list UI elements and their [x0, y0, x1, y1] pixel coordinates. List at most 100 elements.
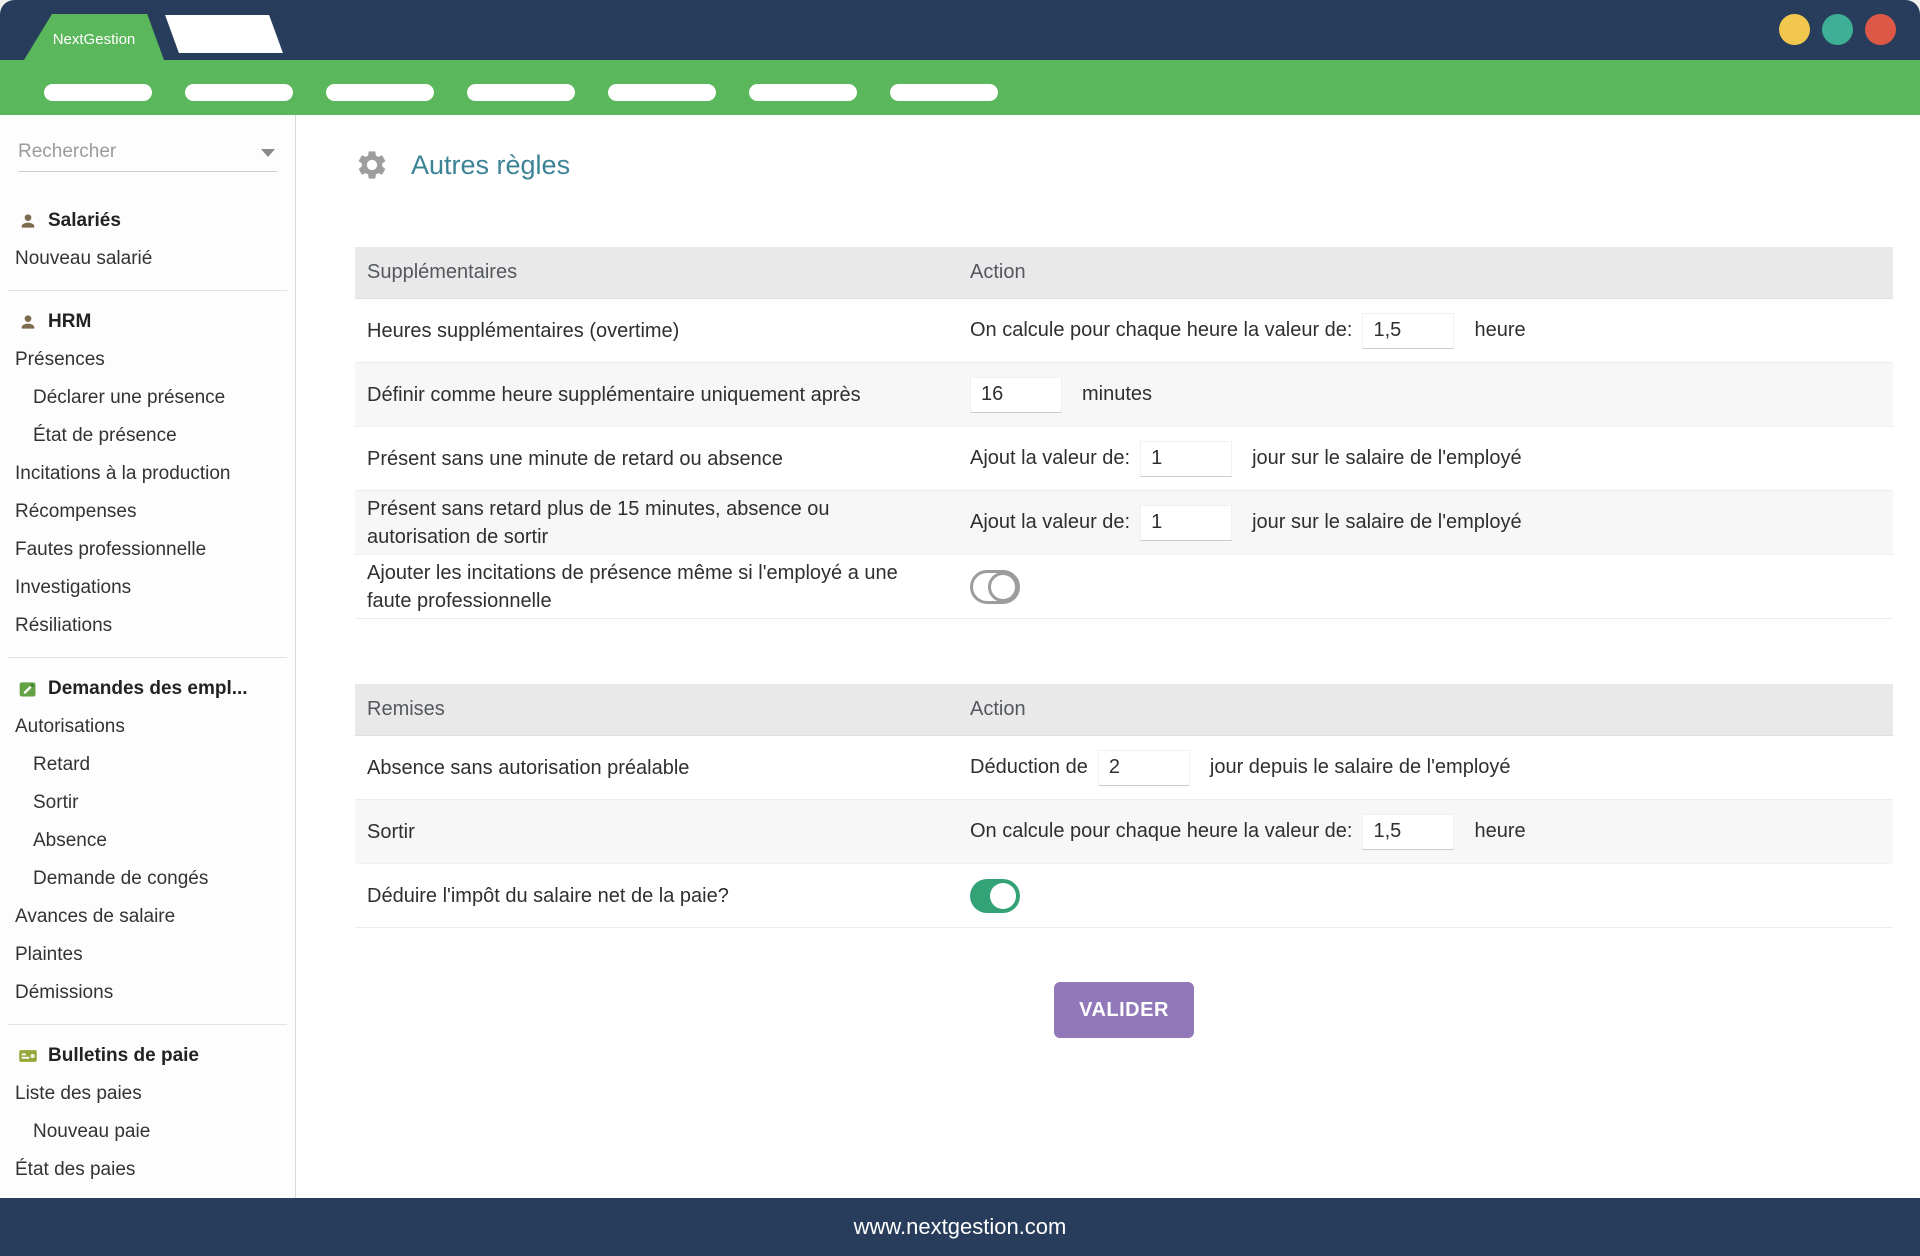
sidebar-item[interactable]: Présences — [0, 341, 295, 379]
sidebar-item[interactable]: Avances de salaire — [0, 898, 295, 936]
nav-pill[interactable] — [326, 84, 434, 101]
sidebar-item[interactable]: Absence — [0, 822, 295, 860]
action-text-before: Ajout la valeur de: — [970, 447, 1130, 470]
window-titlebar: NextGestion — [0, 0, 1920, 60]
main-area: Salariés Nouveau salarié HRM PrésencesDécla… — [0, 115, 1920, 1198]
rules-table: SupplémentairesActionHeures supplémentai… — [355, 247, 1893, 619]
value-input[interactable] — [1140, 441, 1232, 477]
sidebar-section-title[interactable]: Bulletins de paie — [0, 1037, 295, 1075]
brand-tab[interactable]: NextGestion — [24, 14, 164, 60]
table-row: Présent sans une minute de retard ou abs… — [355, 427, 1893, 491]
rule-action — [958, 864, 1893, 927]
nav-pills — [0, 60, 1920, 115]
rule-action: minutes — [958, 363, 1893, 426]
payslip-icon — [18, 1046, 38, 1066]
sidebar-section-title[interactable]: Salariés — [0, 202, 295, 240]
action-text-before: On calcule pour chaque heure la valeur d… — [970, 319, 1352, 342]
table-row: Heures supplémentaires (overtime) On calc… — [355, 299, 1893, 363]
rule-label: Ajouter les incitations de présence même… — [355, 559, 958, 615]
footer-bar: www.nextgestion.com — [0, 1198, 1920, 1256]
table-header-left: Supplémentaires — [355, 247, 958, 298]
value-input[interactable] — [1140, 505, 1232, 541]
table-row: Absence sans autorisation préalableDéduc… — [355, 736, 1893, 800]
nav-pill[interactable] — [185, 84, 293, 101]
action-text-after: heure — [1474, 319, 1525, 342]
sidebar-section-title[interactable]: Demandes des empl... — [0, 670, 295, 708]
sidebar-item[interactable]: Retard — [0, 746, 295, 784]
rule-label: Présent sans une minute de retard ou abs… — [355, 445, 958, 473]
sidebar-item[interactable]: Sortir — [0, 784, 295, 822]
window-dot-teal[interactable] — [1822, 14, 1853, 45]
action-text-before: Déduction de — [970, 756, 1088, 779]
value-input[interactable] — [1098, 750, 1190, 786]
sidebar-item[interactable]: Récompenses — [0, 493, 295, 531]
app-window: NextGestion Salariés Nouveau salarié HRM Pr… — [0, 0, 1920, 1256]
table-row: Déduire l'impôt du salaire net de la pai… — [355, 864, 1893, 928]
action-text-after: jour sur le salaire de l'employé — [1252, 447, 1522, 470]
nav-pill[interactable] — [44, 84, 152, 101]
sidebar-section-label: Demandes des empl... — [48, 678, 248, 700]
table-header-left: Remises — [355, 684, 958, 735]
sidebar-item[interactable]: Liste des paies — [0, 1075, 295, 1113]
sidebar-item[interactable]: Résiliations — [0, 607, 295, 645]
toggle-switch[interactable] — [970, 879, 1020, 913]
window-dot-red[interactable] — [1865, 14, 1896, 45]
divider — [8, 1024, 287, 1025]
value-input[interactable] — [1362, 814, 1454, 850]
sidebar-item[interactable]: Autorisations — [0, 708, 295, 746]
nav-pill[interactable] — [467, 84, 575, 101]
window-dot-yellow[interactable] — [1779, 14, 1810, 45]
search-input[interactable] — [18, 141, 277, 163]
sidebar-item[interactable]: Nouveau paie — [0, 1113, 295, 1151]
toggle-switch[interactable] — [970, 570, 1020, 604]
toggle-knob — [990, 883, 1016, 909]
value-input[interactable] — [1362, 313, 1454, 349]
sidebar-item[interactable]: Incitations à la production — [0, 455, 295, 493]
gear-icon — [355, 148, 389, 182]
rule-label: Définir comme heure supplémentaire uniqu… — [355, 381, 958, 409]
brand-label: NextGestion — [53, 31, 136, 48]
sidebar-section-label: Salariés — [48, 210, 121, 232]
validate-button[interactable]: VALIDER — [1054, 982, 1194, 1038]
rule-label: Sortir — [355, 818, 958, 846]
rule-label: Heures supplémentaires (overtime) — [355, 317, 958, 345]
nav-pill[interactable] — [749, 84, 857, 101]
table-row: Ajouter les incitations de présence même… — [355, 555, 1893, 619]
rule-action: Déduction de jour depuis le salaire de l'… — [958, 736, 1893, 799]
action-text-after: heure — [1474, 820, 1525, 843]
table-header-row: RemisesAction — [355, 684, 1893, 736]
divider — [8, 657, 287, 658]
sidebar-item[interactable]: Plaintes — [0, 936, 295, 974]
sidebar-item[interactable]: Déclarer une présence — [0, 379, 295, 417]
nav-pill[interactable] — [608, 84, 716, 101]
search-box — [18, 132, 277, 172]
nav-pill[interactable] — [890, 84, 998, 101]
sidebar-section-title[interactable]: HRM — [0, 303, 295, 341]
secondary-tab[interactable] — [165, 15, 283, 53]
table-row: Présent sans retard plus de 15 minutes, … — [355, 491, 1893, 555]
sidebar-item[interactable]: Investigations — [0, 569, 295, 607]
button-row: VALIDER — [355, 982, 1893, 1038]
action-text-before: Ajout la valeur de: — [970, 511, 1130, 534]
divider — [8, 290, 287, 291]
person-icon — [18, 211, 38, 231]
rule-label: Présent sans retard plus de 15 minutes, … — [355, 495, 958, 551]
rule-label: Déduire l'impôt du salaire net de la pai… — [355, 882, 958, 910]
action-text-after: jour depuis le salaire de l'employé — [1210, 756, 1511, 779]
sidebar-section-label: HRM — [48, 311, 91, 333]
sidebar-item[interactable]: Fautes professionnelle — [0, 531, 295, 569]
footer-url: www.nextgestion.com — [854, 1214, 1067, 1240]
sidebar-item[interactable]: Démissions — [0, 974, 295, 1012]
page-header: Autres règles — [355, 142, 1893, 188]
sidebar-sections: Salariés Nouveau salarié HRM PrésencesDécla… — [0, 202, 295, 1189]
value-input[interactable] — [970, 377, 1062, 413]
sidebar-item[interactable]: État des paies — [0, 1151, 295, 1189]
table-header-action: Action — [958, 684, 1893, 735]
sidebar-item[interactable]: État de présence — [0, 417, 295, 455]
table-row: SortirOn calcule pour chaque heure la va… — [355, 800, 1893, 864]
sidebar-item[interactable]: Demande de congés — [0, 860, 295, 898]
rule-action — [958, 555, 1893, 618]
action-text-after: jour sur le salaire de l'employé — [1252, 511, 1522, 534]
table-header-action: Action — [958, 247, 1893, 298]
sidebar-item[interactable]: Nouveau salarié — [0, 240, 295, 278]
